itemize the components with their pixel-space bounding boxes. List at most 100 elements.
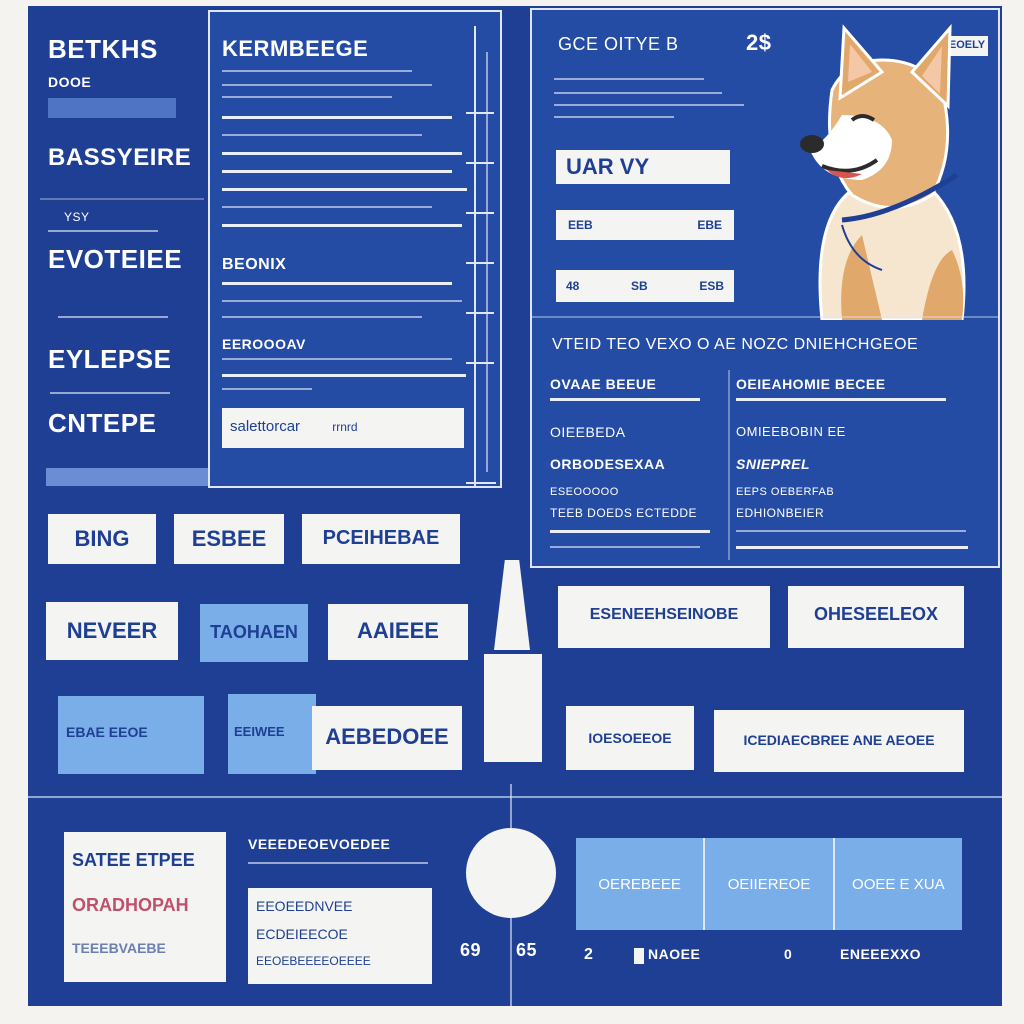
chip-button[interactable]: ICEDIAECBREE ANE AEOEE [714, 710, 964, 772]
profile-row-right: ESB [699, 279, 724, 293]
doc-line: ORADHOPAH [72, 895, 189, 915]
text-line [222, 374, 466, 377]
profile-col1-item: OVAAE BEEUE [550, 376, 657, 392]
sidebar-subtitle: DOOE [48, 74, 92, 90]
text-line [736, 530, 966, 532]
ruler-tick [466, 162, 494, 164]
form-input[interactable]: salettorcar rrnrd [222, 408, 464, 448]
sidebar-item[interactable]: EYLEPSE [40, 326, 204, 386]
profile-col2-item: OEIEAHOMIE BECEE [736, 376, 886, 392]
ruler-tick [466, 112, 494, 114]
footer-item[interactable]: NAOEE [648, 946, 700, 962]
chip-button[interactable]: ESENEEHSEINOBE [558, 586, 770, 648]
text-line [248, 862, 428, 864]
dog-illustration [800, 23, 966, 320]
sidebar-title: BETKHS [48, 34, 158, 64]
form-title: KERMBEEGE [222, 36, 369, 61]
text-line [48, 230, 158, 232]
chip-button[interactable]: AAIEEE [328, 604, 468, 660]
profile-col1-item: TEEB DOEDS ECTEDDE [550, 506, 698, 520]
sidebar-item-label: EYLEPSE [48, 344, 172, 374]
footer-icon [634, 948, 644, 964]
tab[interactable]: OOEE E XUA [835, 838, 962, 930]
sidebar-item-label: BASSYEIRE [48, 144, 192, 171]
text-line [50, 392, 170, 394]
chip-button[interactable]: ESBEE [174, 514, 284, 564]
text-line [222, 96, 392, 98]
sidebar-item-caption: YSY [64, 210, 90, 224]
footer-item[interactable]: ENEEEXXO [840, 946, 921, 962]
sidebar-search-bar[interactable] [48, 98, 176, 118]
text-line [550, 530, 710, 533]
profile-description: VTEID TEO VEXO O AE NOZC DNIEHCHGEOE [552, 336, 919, 353]
chip-button[interactable]: EEIWEE [228, 694, 316, 774]
list-line: EEOEEDNVEE [256, 898, 353, 914]
text-line [222, 152, 462, 155]
tab[interactable]: OEIIEREOE [705, 838, 835, 930]
text-line [550, 398, 700, 401]
divider [40, 198, 204, 200]
doc-line: SATEE ETPEE [72, 850, 195, 870]
form-section-label: BEONIX [222, 256, 287, 273]
tab[interactable]: OEREBEEE [576, 838, 706, 930]
record-button[interactable] [466, 828, 556, 918]
text-line [222, 358, 452, 360]
form-section-label: EEROOOAV [222, 336, 306, 352]
stat-right: 65 [516, 940, 538, 960]
profile-col2-item: EDHIONBEIER [736, 506, 825, 520]
profile-row-mid: SB [631, 279, 648, 293]
chip-button[interactable]: AEBEDOEE [312, 706, 462, 770]
list-header: VEEEDEOEVOEDEE [248, 836, 391, 852]
ruler-tick [466, 312, 494, 314]
doc-line: TEEEBVAEBE [72, 940, 166, 956]
sidebar-item[interactable]: YSY EVOTEIEE [40, 204, 204, 294]
text-line [554, 78, 704, 80]
chip-button[interactable]: IOESOEEOE [566, 706, 694, 770]
text-line [222, 282, 452, 285]
profile-row-left: EEB [568, 218, 593, 232]
text-line [222, 84, 432, 86]
profile-row[interactable]: 48 SB ESB [556, 270, 734, 302]
profile-row[interactable]: EEB EBE [556, 210, 734, 240]
slider-handle[interactable] [484, 654, 542, 762]
sidebar-item[interactable]: BASSYEIRE [40, 130, 204, 190]
ruler-tick [466, 362, 494, 364]
text-line [554, 104, 744, 106]
slider-track-top[interactable] [494, 560, 530, 650]
stat-left: 69 [460, 940, 482, 960]
chip-button[interactable]: OHESEELEOX [788, 586, 964, 648]
list-line: ECDEIEECOE [256, 926, 348, 942]
text-line [222, 170, 452, 173]
profile-col1-item: ESEOOOOO [550, 486, 619, 498]
profile-header-extra: 2$ [746, 30, 772, 55]
chip-button[interactable]: BING [48, 514, 156, 564]
footer-item: 2 [584, 946, 594, 963]
name-field[interactable]: UAR VY [556, 150, 730, 184]
form-panel: KERMBEEGE BEONIX EEROOOAV salettorcar rr… [208, 10, 502, 488]
sidebar: BETKHS DOOE BASSYEIRE YSY EVOTEIEE EYLEP… [28, 6, 396, 486]
chip-button[interactable]: PCEIHEBAE [302, 514, 460, 564]
profile-col2-item: SNIEPREL [736, 456, 811, 472]
ruler-tick [466, 482, 496, 484]
text-line [222, 206, 432, 208]
profile-row-right: EBE [697, 218, 722, 232]
form-input-value: salettorcar [230, 418, 301, 435]
ruler-tick [466, 262, 494, 264]
section-divider [28, 796, 1002, 798]
profile-panel: GCE OITYE B 2$ EOELY UAR VY EEB EBE 48 S… [530, 8, 1000, 568]
profile-col1-item: OIEEBEDA [550, 424, 626, 440]
document-card[interactable]: SATEE ETPEE ORADHOPAH TEEEBVAEBE [64, 832, 226, 982]
sidebar-item[interactable]: CNTEPE [40, 398, 204, 448]
chip-button[interactable]: EBAE EEOE [58, 696, 204, 774]
text-line [222, 388, 312, 390]
text-line [58, 316, 168, 318]
list-card[interactable]: EEOEEDNVEE ECDEIEECOE EEOEBEEEEOEEEE [248, 888, 432, 984]
chip-button[interactable]: NEVEER [46, 602, 178, 660]
profile-col2-item: EEPS OEBERFAB [736, 486, 835, 498]
text-line [222, 316, 422, 318]
text-line [222, 224, 462, 227]
profile-col2-item: OMIEEBOBIN EE [736, 424, 846, 439]
divider [532, 316, 998, 318]
ruler-line [474, 26, 476, 486]
chip-button[interactable]: TAOHAEN [200, 604, 308, 662]
